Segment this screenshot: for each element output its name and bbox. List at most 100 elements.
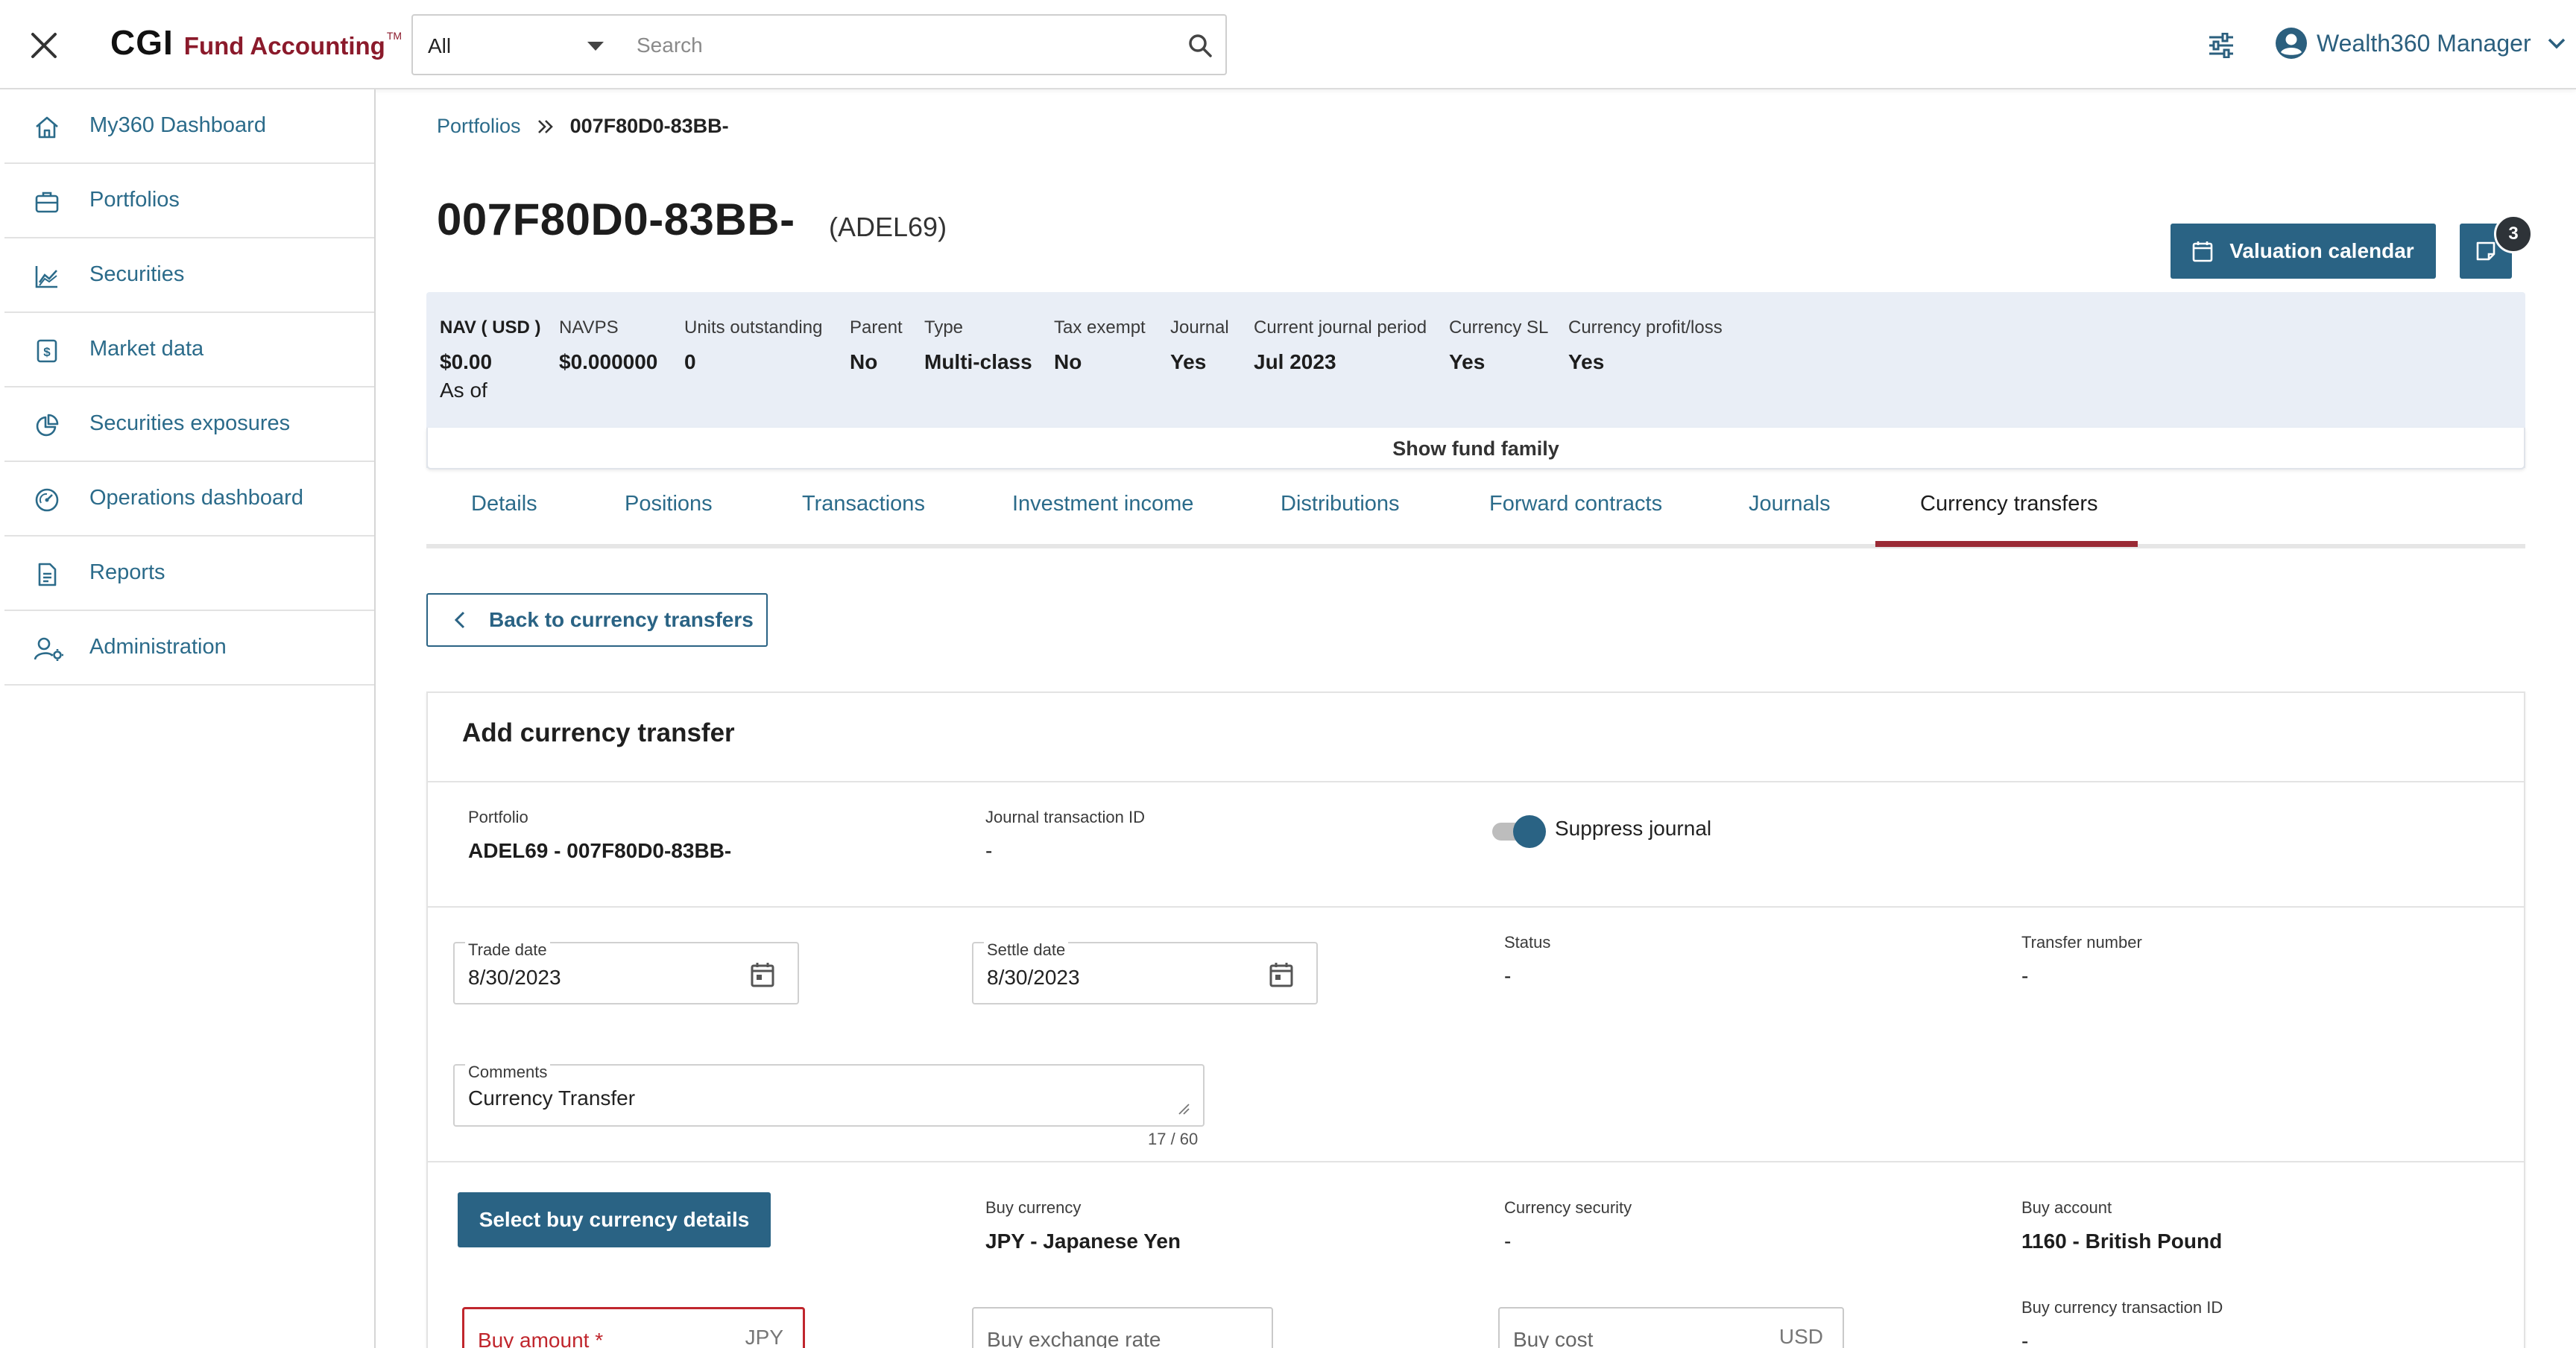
summary-parent: Parent No: [850, 317, 903, 374]
journal-transaction-id-value: -: [985, 839, 993, 862]
tab-distributions[interactable]: Distributions: [1281, 492, 1400, 516]
settle-date-label: Settle date: [984, 940, 1069, 960]
breadcrumb-portfolios-link[interactable]: Portfolios: [437, 115, 521, 138]
summary-units-outstanding: Units outstanding 0: [684, 317, 822, 374]
divider: [428, 781, 2524, 782]
summary-value: Yes: [1449, 350, 1486, 373]
summary-current-journal-period: Current journal period Jul 2023: [1254, 317, 1427, 374]
sidebar-item-operations-dashboard[interactable]: Operations dashboard: [4, 462, 374, 537]
tab-currency-transfers[interactable]: Currency transfers: [1920, 492, 2098, 516]
settings-sliders-icon[interactable]: [2208, 33, 2235, 58]
search-box: [622, 14, 1227, 75]
sidebar-item-securities-exposures[interactable]: Securities exposures: [4, 387, 374, 462]
search-icon[interactable]: [1187, 32, 1213, 59]
account-circle-icon: [2275, 27, 2308, 60]
search-scope-select[interactable]: All: [411, 14, 623, 75]
buy-currency-transaction-id-value: -: [2021, 1329, 2029, 1348]
buy-exchange-rate-input[interactable]: Buy exchange rate: [972, 1307, 1273, 1348]
currency-security-label: Currency security: [1504, 1198, 1632, 1217]
sidebar: My360 Dashboard Portfolios Securities $ …: [0, 89, 376, 1348]
portfolio-label: Portfolio: [468, 808, 528, 826]
dollar-doc-icon: $: [34, 338, 60, 364]
sidebar-item-label: Administration: [89, 635, 227, 659]
chart-icon: [34, 264, 60, 289]
summary-as-of: As of: [440, 379, 487, 402]
summary-journal: Journal Yes: [1170, 317, 1229, 374]
double-chevron-right-icon: [537, 119, 554, 134]
settle-date-field[interactable]: Settle date 8/30/2023: [972, 940, 1318, 1004]
divider: [428, 906, 2524, 908]
suppress-journal-toggle[interactable]: [1489, 815, 1546, 848]
search-input[interactable]: [637, 32, 1158, 59]
tab-investment-income[interactable]: Investment income: [1012, 492, 1193, 516]
sidebar-item-my360-dashboard[interactable]: My360 Dashboard: [4, 89, 374, 164]
tab-positions[interactable]: Positions: [625, 492, 713, 516]
settle-date-value: 8/30/2023: [987, 966, 1080, 989]
buy-cost-input[interactable]: Buy cost USD: [1498, 1307, 1844, 1348]
buy-currency-transaction-id-label: Buy currency transaction ID: [2021, 1298, 2223, 1317]
chevron-down-icon: [2548, 37, 2566, 49]
user-menu[interactable]: Wealth360 Manager: [2275, 27, 2566, 60]
tab-transactions[interactable]: Transactions: [802, 492, 925, 516]
summary-value: $0.00: [440, 350, 493, 373]
sidebar-item-label: Operations dashboard: [89, 486, 303, 510]
sidebar-item-reports[interactable]: Reports: [4, 537, 374, 611]
sidebar-item-label: Securities exposures: [89, 411, 291, 435]
sidebar-item-label: Market data: [89, 337, 204, 361]
card-title: Add currency transfer: [462, 718, 735, 747]
select-buy-currency-details-button[interactable]: Select buy currency details: [458, 1192, 771, 1247]
journal-transaction-id-label: Journal transaction ID: [985, 808, 1145, 826]
briefcase-icon: [34, 189, 60, 215]
tab-journals[interactable]: Journals: [1749, 492, 1831, 516]
summary-label: Type: [924, 317, 964, 338]
buy-account-label: Buy account: [2021, 1198, 2112, 1217]
summary-label: NAV ( USD ): [440, 317, 541, 338]
summary-value: Multi-class: [924, 350, 1032, 373]
summary-label: Parent: [850, 317, 903, 338]
toggle-knob: [1513, 815, 1546, 848]
trade-date-field[interactable]: Trade date 8/30/2023: [453, 940, 799, 1004]
summary-value: $0.000000: [559, 350, 658, 373]
comments-field[interactable]: Comments Currency Transfer: [453, 1063, 1205, 1127]
summary-label: Journal: [1170, 317, 1229, 338]
transfer-number-label: Transfer number: [2021, 933, 2142, 952]
comments-char-count: 17 / 60: [1148, 1130, 1199, 1148]
divider: [428, 1161, 2524, 1162]
sidebar-item-securities[interactable]: Securities: [4, 238, 374, 313]
suppress-journal-label: Suppress journal: [1555, 817, 1712, 840]
caret-down-icon: [587, 42, 604, 51]
sidebar-item-label: Reports: [89, 560, 165, 584]
sidebar-item-market-data[interactable]: $ Market data: [4, 313, 374, 387]
show-fund-family-toggle[interactable]: Show fund family: [426, 428, 2525, 469]
close-icon[interactable]: [28, 30, 60, 61]
trade-date-value: 8/30/2023: [468, 966, 561, 989]
calendar-icon[interactable]: [750, 961, 775, 988]
status-value: -: [1504, 964, 1512, 987]
tab-details[interactable]: Details: [471, 492, 537, 516]
portfolio-value: ADEL69 - 007F80D0-83BB-: [468, 839, 732, 862]
search-scope-value: All: [428, 34, 452, 57]
summary-value: Jul 2023: [1254, 350, 1336, 373]
page-title: 007F80D0-83BB-: [437, 194, 795, 244]
tab-forward-contracts[interactable]: Forward contracts: [1489, 492, 1662, 516]
summary-label: Units outstanding: [684, 317, 823, 338]
summary-currency-sl: Currency SL Yes: [1449, 317, 1548, 374]
calendar-icon[interactable]: [1269, 961, 1294, 988]
add-currency-transfer-card: Add currency transfer Portfolio ADEL69 -…: [426, 692, 2525, 1348]
summary-value: Yes: [1568, 350, 1605, 373]
active-tab-indicator: [1875, 541, 2138, 547]
resize-grip-icon[interactable]: [1178, 1103, 1190, 1115]
chevron-left-icon: [455, 611, 465, 629]
buy-amount-input[interactable]: Buy amount * JPY: [462, 1307, 805, 1348]
user-name: Wealth360 Manager: [2317, 29, 2531, 57]
portfolio-tabs: Details Positions Transactions Investmen…: [426, 483, 2525, 548]
buy-amount-unit: JPY: [745, 1326, 783, 1348]
pie-chart-icon: [34, 413, 60, 438]
sidebar-item-administration[interactable]: Administration: [4, 611, 374, 686]
app-logo[interactable]: CGI Fund Accounting TM: [110, 22, 402, 63]
valuation-calendar-button[interactable]: Valuation calendar: [2171, 224, 2436, 279]
calendar-icon: [2192, 240, 2213, 262]
summary-value: No: [850, 350, 878, 373]
sidebar-item-portfolios[interactable]: Portfolios: [4, 164, 374, 238]
back-to-currency-transfers-button[interactable]: Back to currency transfers: [426, 593, 768, 647]
